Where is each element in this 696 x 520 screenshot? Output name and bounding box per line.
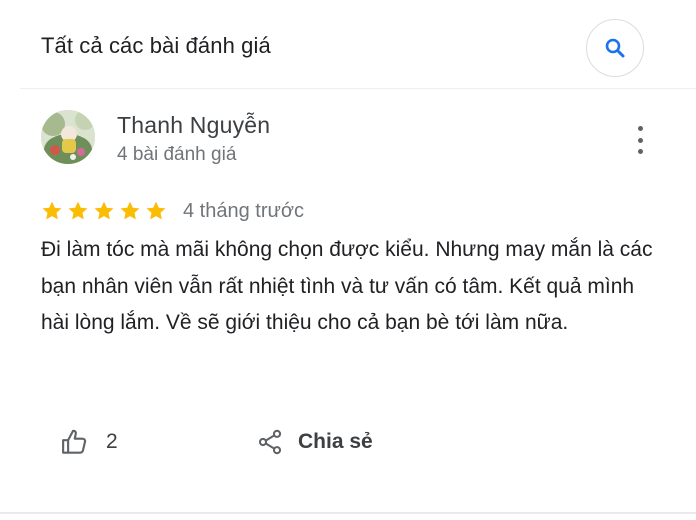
- review-text: Đi làm tóc mà mãi không chọn được kiểu. …: [41, 238, 653, 334]
- rating-row: 4 tháng trước: [41, 196, 304, 226]
- share-icon: [258, 429, 282, 455]
- star-icon: [120, 201, 140, 220]
- star-rating: [41, 200, 171, 222]
- like-button[interactable]: 2: [60, 427, 118, 457]
- reviewer-review-count: 4 bài đánh giá: [117, 144, 237, 165]
- review-actions: 2 Chia sẻ: [60, 424, 373, 460]
- thumb-up-icon: [62, 429, 87, 454]
- search-button[interactable]: [586, 19, 644, 77]
- share-label: Chia sẻ: [298, 430, 373, 453]
- avatar-image: [41, 110, 95, 164]
- star-icon: [68, 201, 88, 220]
- more-vert-icon: [637, 126, 643, 131]
- share-button[interactable]: Chia sẻ: [256, 424, 373, 460]
- like-count: 2: [106, 430, 118, 453]
- star-icon: [94, 201, 114, 220]
- more-options-button[interactable]: [630, 126, 650, 154]
- page-title: Tất cả các bài đánh giá: [41, 33, 271, 58]
- header-divider: [20, 88, 696, 89]
- avatar[interactable]: [41, 110, 95, 164]
- search-icon: [605, 38, 625, 58]
- bottom-divider: [0, 512, 696, 514]
- star-icon: [42, 201, 62, 220]
- star-icon: [146, 201, 166, 220]
- review-time: 4 tháng trước: [183, 199, 305, 222]
- reviewer-name[interactable]: Thanh Nguyễn: [117, 112, 270, 139]
